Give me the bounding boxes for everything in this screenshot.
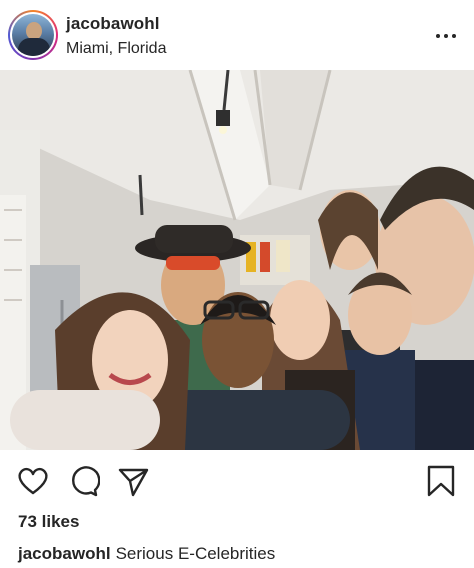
post-header: jacobawohl Miami, Florida xyxy=(0,0,474,70)
paper-plane-icon[interactable] xyxy=(116,464,150,498)
avatar[interactable] xyxy=(8,10,58,60)
post-actions xyxy=(0,452,474,508)
caption-text: Serious E-Celebrities xyxy=(115,544,276,563)
likes-count[interactable]: 73 likes xyxy=(18,512,79,532)
heart-icon[interactable] xyxy=(16,464,50,498)
post-photo[interactable] xyxy=(0,70,474,450)
post-username[interactable]: jacobawohl xyxy=(66,14,160,34)
bookmark-icon[interactable] xyxy=(424,464,458,498)
caption-username[interactable]: jacobawohl xyxy=(18,544,111,563)
more-options-icon[interactable] xyxy=(436,26,458,46)
post-caption: jacobawohl Serious E-Celebrities xyxy=(18,544,275,564)
group-selfie-image xyxy=(0,70,474,450)
post-location[interactable]: Miami, Florida xyxy=(66,40,166,58)
avatar-photo xyxy=(12,14,54,56)
comment-bubble-icon[interactable] xyxy=(66,464,101,498)
